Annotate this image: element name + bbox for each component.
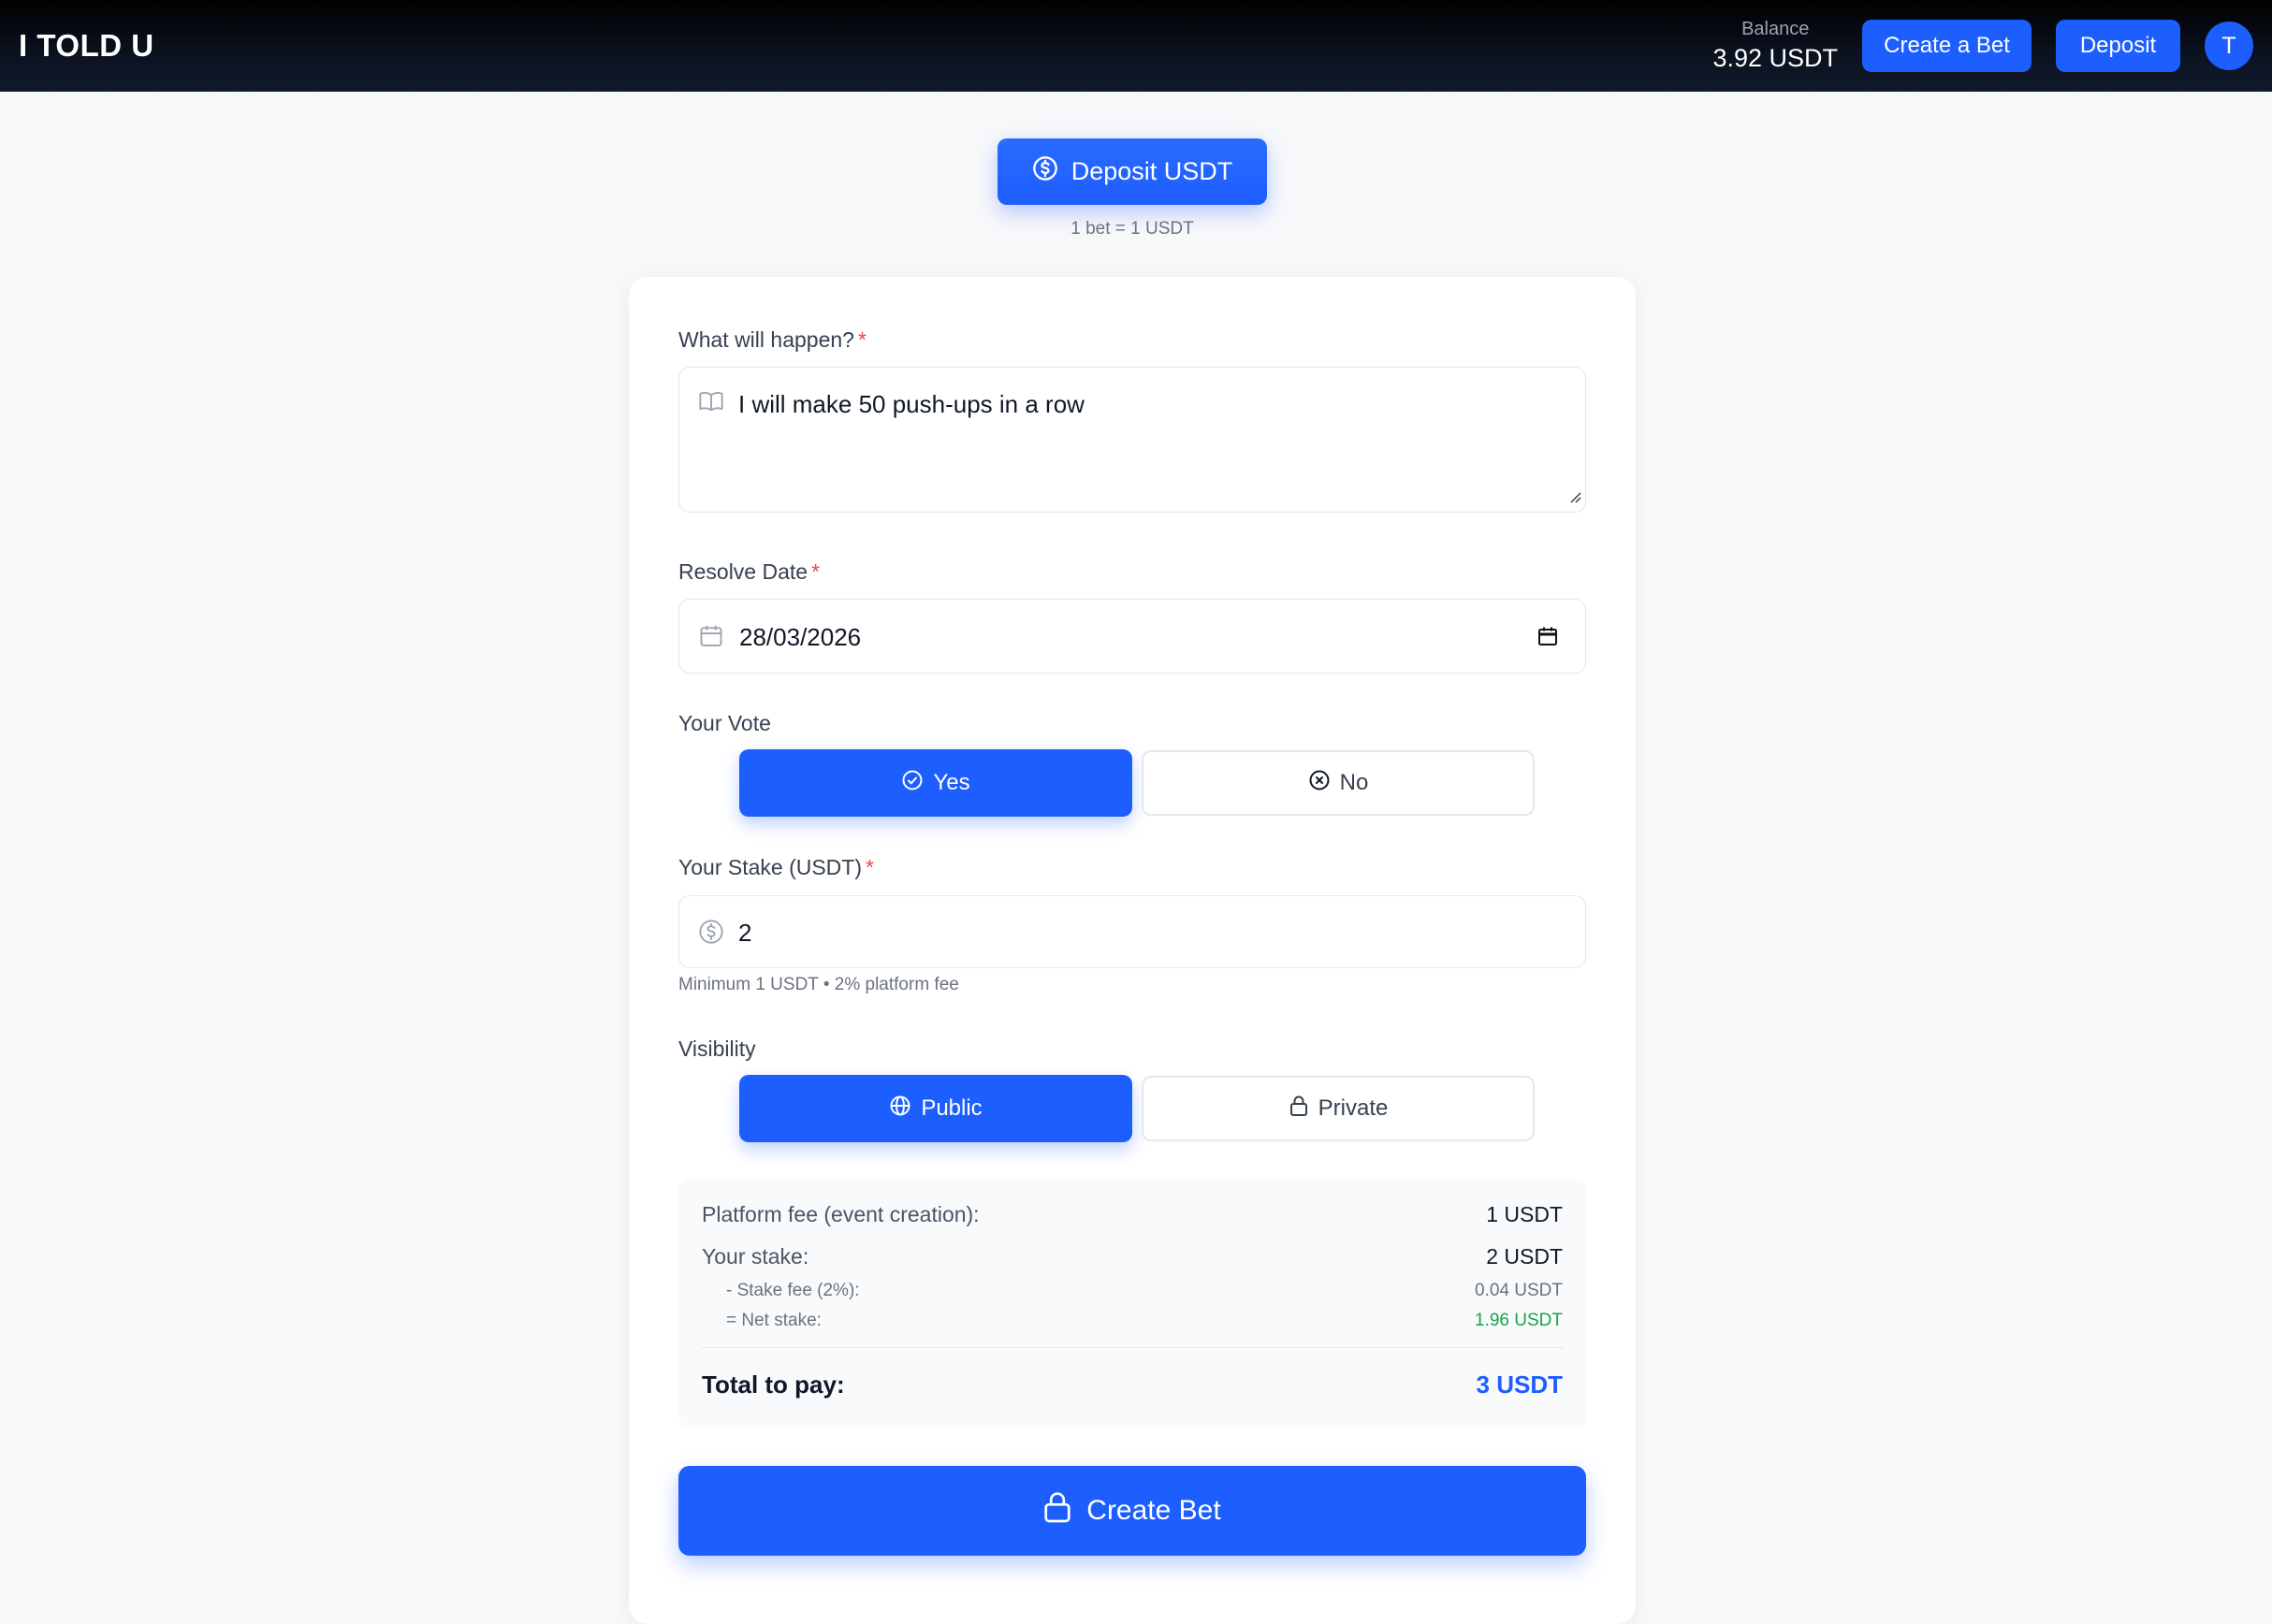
top-nav: I TOLD U Balance 3.92 USDT Create a Bet … (0, 0, 2272, 92)
stake-label: Your Stake (USDT) * (678, 855, 874, 880)
stake-hint: Minimum 1 USDT • 2% platform fee (678, 975, 959, 994)
vote-no-button[interactable]: No (1142, 750, 1535, 816)
visibility-public-button[interactable]: Public (739, 1075, 1132, 1142)
lock-icon (1289, 1095, 1309, 1124)
vote-label: Your Vote (678, 711, 771, 735)
create-bet-submit-button[interactable]: Create Bet (678, 1466, 1586, 1556)
book-icon (698, 388, 724, 419)
create-a-bet-button[interactable]: Create a Bet (1862, 20, 2032, 72)
required-mark: * (866, 855, 874, 879)
stake-input[interactable]: 2 (678, 895, 1586, 968)
deposit-usdt-button[interactable]: Deposit USDT (998, 138, 1267, 205)
resolve-date-label: Resolve Date * (678, 559, 820, 585)
create-bet-submit-label: Create Bet (1086, 1495, 1221, 1526)
bet-rate-text: 1 bet = 1 USDT (1070, 219, 1194, 239)
dollar-circle-icon (1032, 155, 1058, 188)
globe-icon (889, 1095, 911, 1124)
stake-fee-row: - Stake fee (2%): 0.04 USDT (702, 1281, 1563, 1301)
calendar-icon (698, 623, 724, 654)
vote-yes-label: Yes (933, 770, 970, 795)
stake-fee-value: 0.04 USDT (1475, 1281, 1563, 1300)
total-label: Total to pay: (702, 1370, 845, 1399)
total-row: Total to pay: 3 USDT (702, 1370, 1563, 1399)
lock-icon (1043, 1490, 1071, 1531)
balance-label: Balance (1741, 19, 1810, 39)
visibility-public-label: Public (921, 1095, 983, 1121)
payment-summary: Platform fee (event creation): 1 USDT Yo… (678, 1179, 1586, 1428)
question-value: I will make 50 push-ups in a row (738, 390, 1085, 418)
balance-value: 3.92 USDT (1712, 44, 1838, 72)
summary-divider (702, 1347, 1563, 1348)
resolve-date-value: 28/03/2026 (739, 623, 862, 651)
deposit-usdt-label: Deposit USDT (1070, 157, 1233, 185)
resolve-date-label-text: Resolve Date (678, 559, 808, 584)
question-textarea[interactable]: I will make 50 push-ups in a row (678, 367, 1586, 513)
net-stake-value: 1.96 USDT (1475, 1311, 1563, 1330)
visibility-private-button[interactable]: Private (1142, 1076, 1535, 1141)
create-bet-form: What will happen? * I will make 50 push-u… (629, 277, 1636, 1624)
dollar-circle-icon (698, 919, 724, 950)
visibility-label: Visibility (678, 1037, 756, 1061)
required-mark: * (811, 559, 821, 584)
net-stake-label: = Net stake: (726, 1311, 822, 1330)
header-actions: Balance 3.92 USDT Create a Bet Deposit T (1712, 19, 2253, 73)
resize-handle-icon[interactable] (1566, 488, 1581, 508)
stake-summary-value: 2 USDT (1486, 1244, 1563, 1269)
header-deposit-button[interactable]: Deposit (2056, 20, 2180, 72)
question-label-text: What will happen? (678, 327, 854, 352)
stake-fee-label: - Stake fee (2%): (726, 1281, 860, 1300)
resolve-date-input[interactable]: 28/03/2026 (678, 599, 1586, 674)
stake-summary-label: Your stake: (702, 1244, 809, 1269)
stake-label-text: Your Stake (USDT) (678, 855, 862, 879)
date-picker-icon[interactable] (1537, 625, 1559, 652)
user-avatar[interactable]: T (2205, 22, 2253, 70)
platform-fee-row: Platform fee (event creation): 1 USDT (702, 1202, 1563, 1227)
required-mark: * (857, 327, 867, 352)
balance-display: Balance 3.92 USDT (1712, 19, 1838, 73)
app-logo[interactable]: I TOLD U (19, 28, 154, 64)
platform-fee-label: Platform fee (event creation): (702, 1202, 980, 1226)
vote-yes-button[interactable]: Yes (739, 749, 1132, 817)
visibility-private-label: Private (1318, 1095, 1389, 1121)
total-value: 3 USDT (1476, 1370, 1563, 1399)
net-stake-row: = Net stake: 1.96 USDT (702, 1311, 1563, 1331)
stake-value: 2 (738, 919, 752, 947)
stake-row: Your stake: 2 USDT (702, 1244, 1563, 1269)
x-circle-icon (1308, 769, 1331, 798)
platform-fee-value: 1 USDT (1486, 1202, 1563, 1226)
check-circle-icon (901, 769, 924, 798)
question-label: What will happen? * (678, 327, 867, 353)
vote-no-label: No (1339, 770, 1369, 795)
